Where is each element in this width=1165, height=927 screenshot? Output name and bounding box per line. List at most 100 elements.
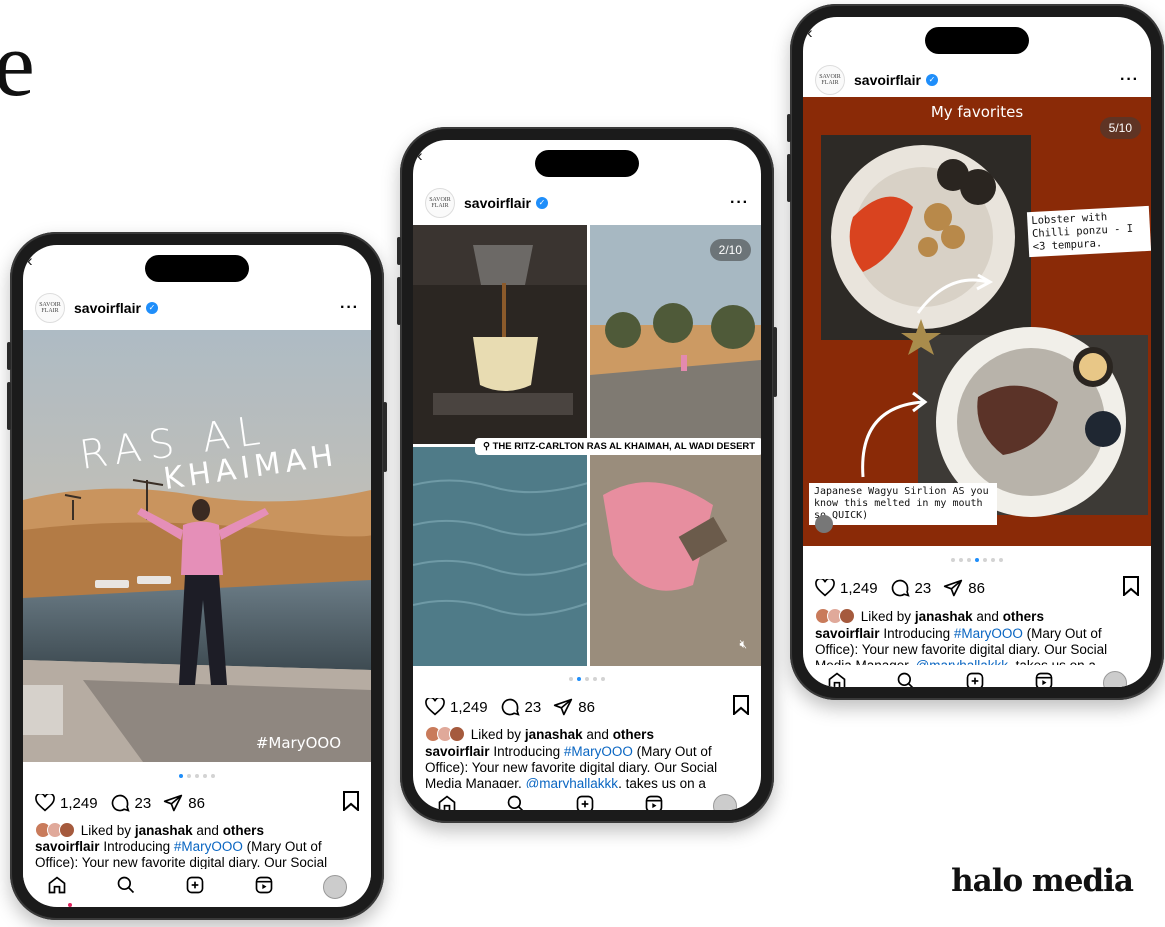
liked-by-row: Liked by janashak and others <box>815 608 1139 624</box>
liked-by-and: and <box>976 608 999 624</box>
liked-by-others[interactable]: others <box>613 727 654 742</box>
post-username[interactable]: savoirflair <box>854 72 921 88</box>
comment-button[interactable]: 23 <box>890 578 931 598</box>
likes-count: 1,249 <box>840 579 878 597</box>
search-icon[interactable] <box>506 794 526 810</box>
caption-username[interactable]: savoirflair <box>35 839 100 854</box>
like-button[interactable]: 1,249 <box>815 579 878 597</box>
liked-by-prefix: Liked by <box>80 822 132 838</box>
save-button[interactable] <box>733 695 749 719</box>
post-header: SAVOIR FLAIR savoirflair ✓ ··· <box>23 293 371 323</box>
carousel-dot <box>585 677 589 681</box>
reels-icon[interactable] <box>644 794 664 810</box>
liked-by-others[interactable]: others <box>223 823 264 838</box>
phone-left: ‹ SAVOIR FLAIR savoirflair ✓ ··· RAS AL … <box>7 232 387 920</box>
profile-tab-avatar[interactable] <box>322 875 347 899</box>
verified-badge-icon: ✓ <box>925 74 938 86</box>
like-button[interactable]: 1,249 <box>425 698 488 716</box>
liked-by-row: Liked by janashak and others <box>425 726 749 742</box>
bookmark-icon <box>343 791 359 813</box>
post-image[interactable]: My favorites 5/10 Lobster with Chilli po… <box>803 97 1151 546</box>
share-button[interactable]: 86 <box>163 793 205 813</box>
liked-by-prefix: Liked by <box>860 608 912 624</box>
share-button[interactable]: 86 <box>943 578 985 598</box>
liker-avatars <box>815 608 855 624</box>
profile-tab-avatar[interactable] <box>1102 671 1127 687</box>
back-chevron-icon[interactable]: ‹ <box>27 251 33 271</box>
carousel-dots <box>413 677 761 681</box>
carousel-dot <box>951 558 955 562</box>
heart-icon <box>425 698 445 716</box>
post-header: SAVOIR FLAIR savoirflair ✓ ··· <box>803 65 1151 95</box>
profile-tab-avatar[interactable] <box>712 794 737 810</box>
post-actions: 1,249 23 86 <box>23 791 371 815</box>
create-post-icon[interactable] <box>575 794 595 810</box>
comment-button[interactable]: 23 <box>110 793 151 813</box>
carousel-dot <box>991 558 995 562</box>
dynamic-island <box>535 150 639 177</box>
share-button[interactable]: 86 <box>553 697 595 717</box>
save-button[interactable] <box>343 791 359 815</box>
dynamic-island <box>145 255 249 282</box>
halo-media-logo: halo media <box>951 863 1134 899</box>
caption-username[interactable]: savoirflair <box>815 626 880 641</box>
carousel-dot <box>203 774 207 778</box>
home-icon[interactable] <box>827 671 847 687</box>
more-options-icon[interactable]: ··· <box>340 299 359 317</box>
send-icon <box>164 794 183 812</box>
phone-right: ‹ SAVOIR FLAIR savoirflair ✓ ··· My favo… <box>787 4 1164 700</box>
liked-by-row: Liked by janashak and others <box>35 822 359 838</box>
profile-avatar[interactable]: SAVOIR FLAIR <box>35 293 65 323</box>
profile-avatar[interactable]: SAVOIR FLAIR <box>815 65 845 95</box>
caption-username[interactable]: savoirflair <box>425 744 490 759</box>
shares-count: 86 <box>188 794 205 812</box>
more-options-icon[interactable]: ··· <box>1120 71 1139 89</box>
caption-hashtag[interactable]: #MaryOOO <box>174 839 243 854</box>
post-image[interactable]: 2/10 ⚲ THE RITZ-CARLTON RAS AL KHAIMAH, … <box>413 225 761 666</box>
slide-counter: 2/10 <box>709 239 751 261</box>
slide-title: My favorites <box>930 103 1024 121</box>
shares-count: 86 <box>968 579 985 597</box>
home-notification-dot <box>68 903 72 907</box>
caption-intro: Introducing <box>883 626 951 641</box>
overlay-hashtag: #MaryOOO <box>255 734 341 752</box>
home-icon[interactable] <box>437 794 457 810</box>
create-post-icon[interactable] <box>965 671 985 687</box>
note-wagyu: Japanese Wagyu Sirlion AS you know this … <box>809 483 997 525</box>
search-icon[interactable] <box>116 875 136 900</box>
liked-by-others[interactable]: others <box>1003 609 1044 624</box>
reels-icon[interactable] <box>254 875 274 900</box>
liker-avatars <box>35 822 75 838</box>
carousel-dot <box>593 677 597 681</box>
caption-hashtag[interactable]: #MaryOOO <box>954 626 1023 641</box>
post-username[interactable]: savoirflair <box>74 300 141 316</box>
comments-count: 23 <box>524 698 542 716</box>
save-button[interactable] <box>1123 576 1139 600</box>
back-chevron-icon[interactable]: ‹ <box>807 23 813 43</box>
location-tag[interactable]: ⚲ THE RITZ-CARLTON RAS AL KHAIMAH, AL WA… <box>475 438 761 455</box>
phone-right-screen: ‹ SAVOIR FLAIR savoirflair ✓ ··· My favo… <box>803 17 1151 687</box>
verified-badge-icon: ✓ <box>145 302 158 314</box>
liked-by-user[interactable]: janashak <box>915 609 973 624</box>
more-options-icon[interactable]: ··· <box>730 194 749 212</box>
comment-button[interactable]: 23 <box>500 697 542 717</box>
profile-avatar[interactable]: SAVOIR FLAIR <box>425 188 455 218</box>
reels-icon[interactable] <box>1034 671 1054 687</box>
home-icon[interactable] <box>47 875 67 900</box>
liked-by-user[interactable]: janashak <box>135 823 193 838</box>
heart-icon <box>35 794 55 812</box>
back-chevron-icon[interactable]: ‹ <box>417 146 423 166</box>
liker-avatars <box>425 726 465 742</box>
search-icon[interactable] <box>896 671 916 687</box>
post-image[interactable]: RAS AL KHAIMAH #MaryOOO <box>23 330 371 762</box>
carousel-dot <box>187 774 191 778</box>
liked-by-user[interactable]: janashak <box>525 727 583 742</box>
like-button[interactable]: 1,249 <box>35 794 98 812</box>
mute-icon[interactable]: 🔇︎ <box>739 637 747 652</box>
tagged-user-icon[interactable] <box>815 515 833 533</box>
post-header: SAVOIR FLAIR savoirflair ✓ ··· <box>413 188 761 218</box>
food-collage-photo <box>821 135 1148 517</box>
caption-hashtag[interactable]: #MaryOOO <box>564 744 633 759</box>
create-post-icon[interactable] <box>185 875 205 900</box>
post-username[interactable]: savoirflair <box>464 195 531 211</box>
